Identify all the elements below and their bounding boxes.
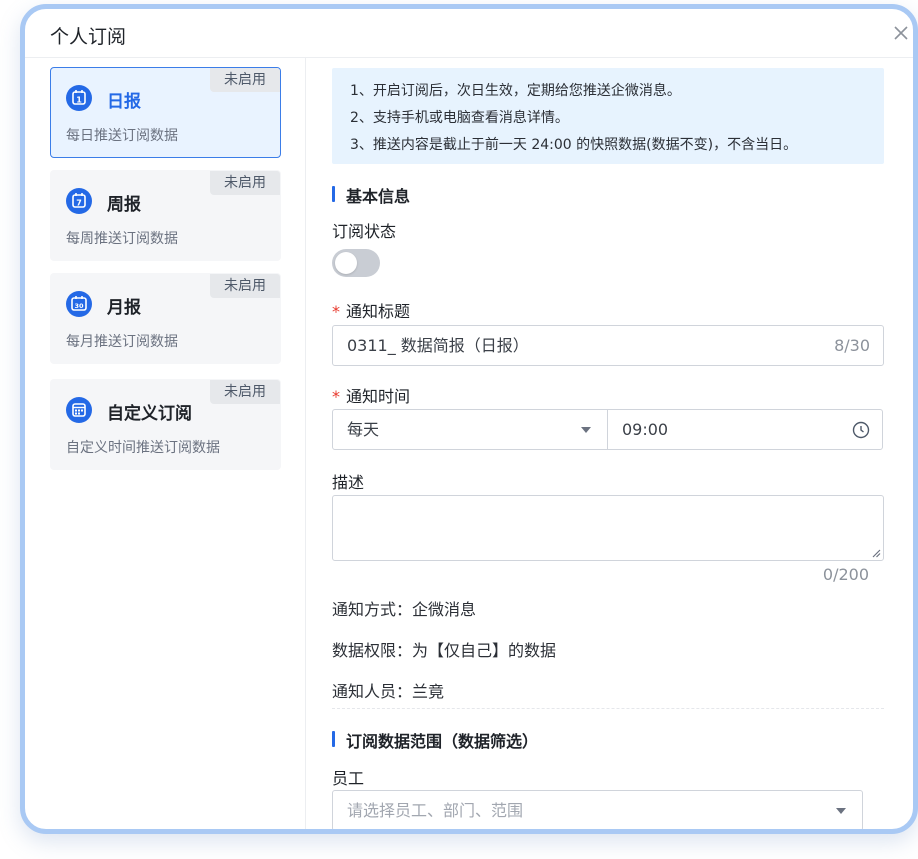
notify-title-label: * 通知标题 <box>332 302 411 321</box>
status-badge: 未启用 <box>210 380 280 404</box>
title-counter: 8/30 <box>834 336 870 355</box>
card-custom[interactable]: 未启用 自定义订阅 自定义时间推送订阅数据 <box>50 379 281 470</box>
status-label: 订阅状态 <box>332 222 397 241</box>
subscription-type-list: 未启用 1 日报 每日推送订阅数据 未启用 7 周报 每周推送订阅数据 未启用 … <box>25 58 306 829</box>
description-textarea[interactable] <box>332 495 884 561</box>
employee-select[interactable]: 请选择员工、部门、范围 <box>332 790 863 829</box>
card-desc: 每日推送订阅数据 <box>66 128 178 144</box>
close-icon <box>894 26 908 40</box>
card-daily[interactable]: 未启用 1 日报 每日推送订阅数据 <box>50 67 281 158</box>
notify-people: 通知人员：兰竟 <box>332 682 445 701</box>
dialog-title: 个人订阅 <box>50 26 127 48</box>
tips-box: 1、开启订阅后，次日生效，定期给您推送企微消息。 2、支持手机或电脑查看消息详情… <box>332 68 884 164</box>
description-label: 描述 <box>332 473 365 492</box>
section-basic-info: 基本信息 <box>332 183 410 207</box>
card-desc: 每月推送订阅数据 <box>66 334 178 350</box>
card-desc: 每周推送订阅数据 <box>66 231 178 247</box>
calendar-1-icon: 1 <box>66 85 92 111</box>
dialog-header: 个人订阅 <box>25 9 913 58</box>
caret-down-icon <box>581 427 591 433</box>
card-desc: 自定义时间推送订阅数据 <box>66 440 220 456</box>
notify-title-input[interactable]: 0311_ 数据简报（日报） 8/30 <box>332 325 884 366</box>
divider <box>332 708 884 709</box>
required-mark: * <box>332 387 340 406</box>
svg-text:1: 1 <box>76 96 82 105</box>
status-badge: 未启用 <box>210 68 280 92</box>
section-data-scope: 订阅数据范围（数据筛选） <box>332 728 538 752</box>
description-counter: 0/200 <box>822 565 869 584</box>
close-button[interactable] <box>891 19 913 49</box>
calendar-30-icon: 30 <box>66 291 92 317</box>
status-badge: 未启用 <box>210 171 280 195</box>
clock-icon <box>852 421 870 439</box>
svg-text:7: 7 <box>76 199 82 208</box>
subscription-dialog: 个人订阅 未启用 1 日报 每日推送订阅数据 未启用 7 周报 每周推送订阅数据… <box>20 4 918 834</box>
svg-text:30: 30 <box>74 302 84 310</box>
status-badge: 未启用 <box>210 274 280 298</box>
subscription-form: 1、开启订阅后，次日生效，定期给您推送企微消息。 2、支持手机或电脑查看消息详情… <box>332 58 884 829</box>
tip-line: 3、推送内容是截止于前一天 24:00 的快照数据(数据不变)，不含当日。 <box>350 137 798 153</box>
notify-method: 通知方式：企微消息 <box>332 600 477 619</box>
toggle-knob <box>335 252 357 274</box>
card-name: 自定义订阅 <box>107 404 192 424</box>
data-permission: 数据权限：为【仅自己】的数据 <box>332 641 557 660</box>
calendar-grid-icon <box>66 397 92 423</box>
subscription-status-toggle[interactable] <box>332 249 380 277</box>
card-name: 日报 <box>107 92 141 112</box>
card-name: 周报 <box>107 195 141 215</box>
card-monthly[interactable]: 未启用 30 月报 每月推送订阅数据 <box>50 273 281 364</box>
tip-line: 1、开启订阅后，次日生效，定期给您推送企微消息。 <box>350 83 681 99</box>
calendar-7-icon: 7 <box>66 188 92 214</box>
notify-time-label: * 通知时间 <box>332 387 411 406</box>
time-picker[interactable]: 09:00 <box>607 409 883 450</box>
resize-grip-icon <box>872 549 881 558</box>
tip-line: 2、支持手机或电脑查看消息详情。 <box>350 110 569 126</box>
card-name: 月报 <box>107 298 141 318</box>
frequency-select[interactable]: 每天 <box>332 409 608 450</box>
card-weekly[interactable]: 未启用 7 周报 每周推送订阅数据 <box>50 170 281 261</box>
employee-label: 员工 <box>332 769 365 788</box>
caret-down-icon <box>836 808 846 814</box>
required-mark: * <box>332 302 340 321</box>
